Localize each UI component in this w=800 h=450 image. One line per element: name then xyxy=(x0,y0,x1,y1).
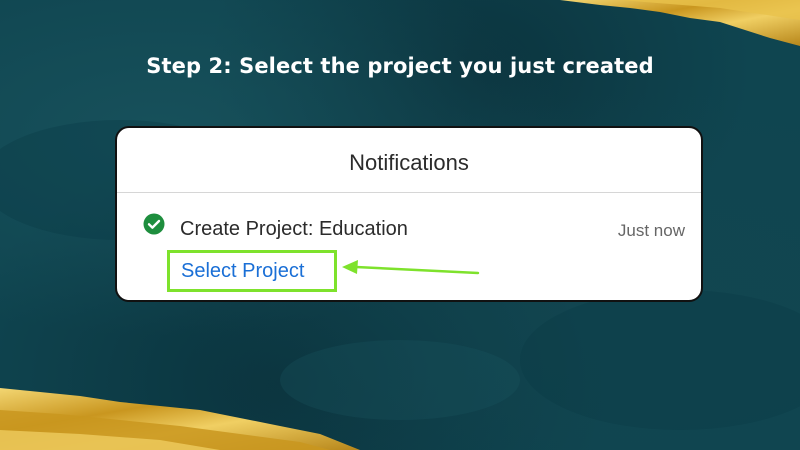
notifications-title: Notifications xyxy=(349,150,469,175)
step-heading: Step 2: Select the project you just crea… xyxy=(146,54,654,78)
notification-title: Create Project: Education xyxy=(180,218,408,240)
select-project-link[interactable]: Select Project xyxy=(167,250,337,292)
notifications-header: Notifications xyxy=(117,128,701,193)
check-circle-icon xyxy=(143,213,165,235)
notification-timestamp: Just now xyxy=(617,221,685,240)
notifications-panel: Notifications Create Project: Education … xyxy=(115,126,703,302)
